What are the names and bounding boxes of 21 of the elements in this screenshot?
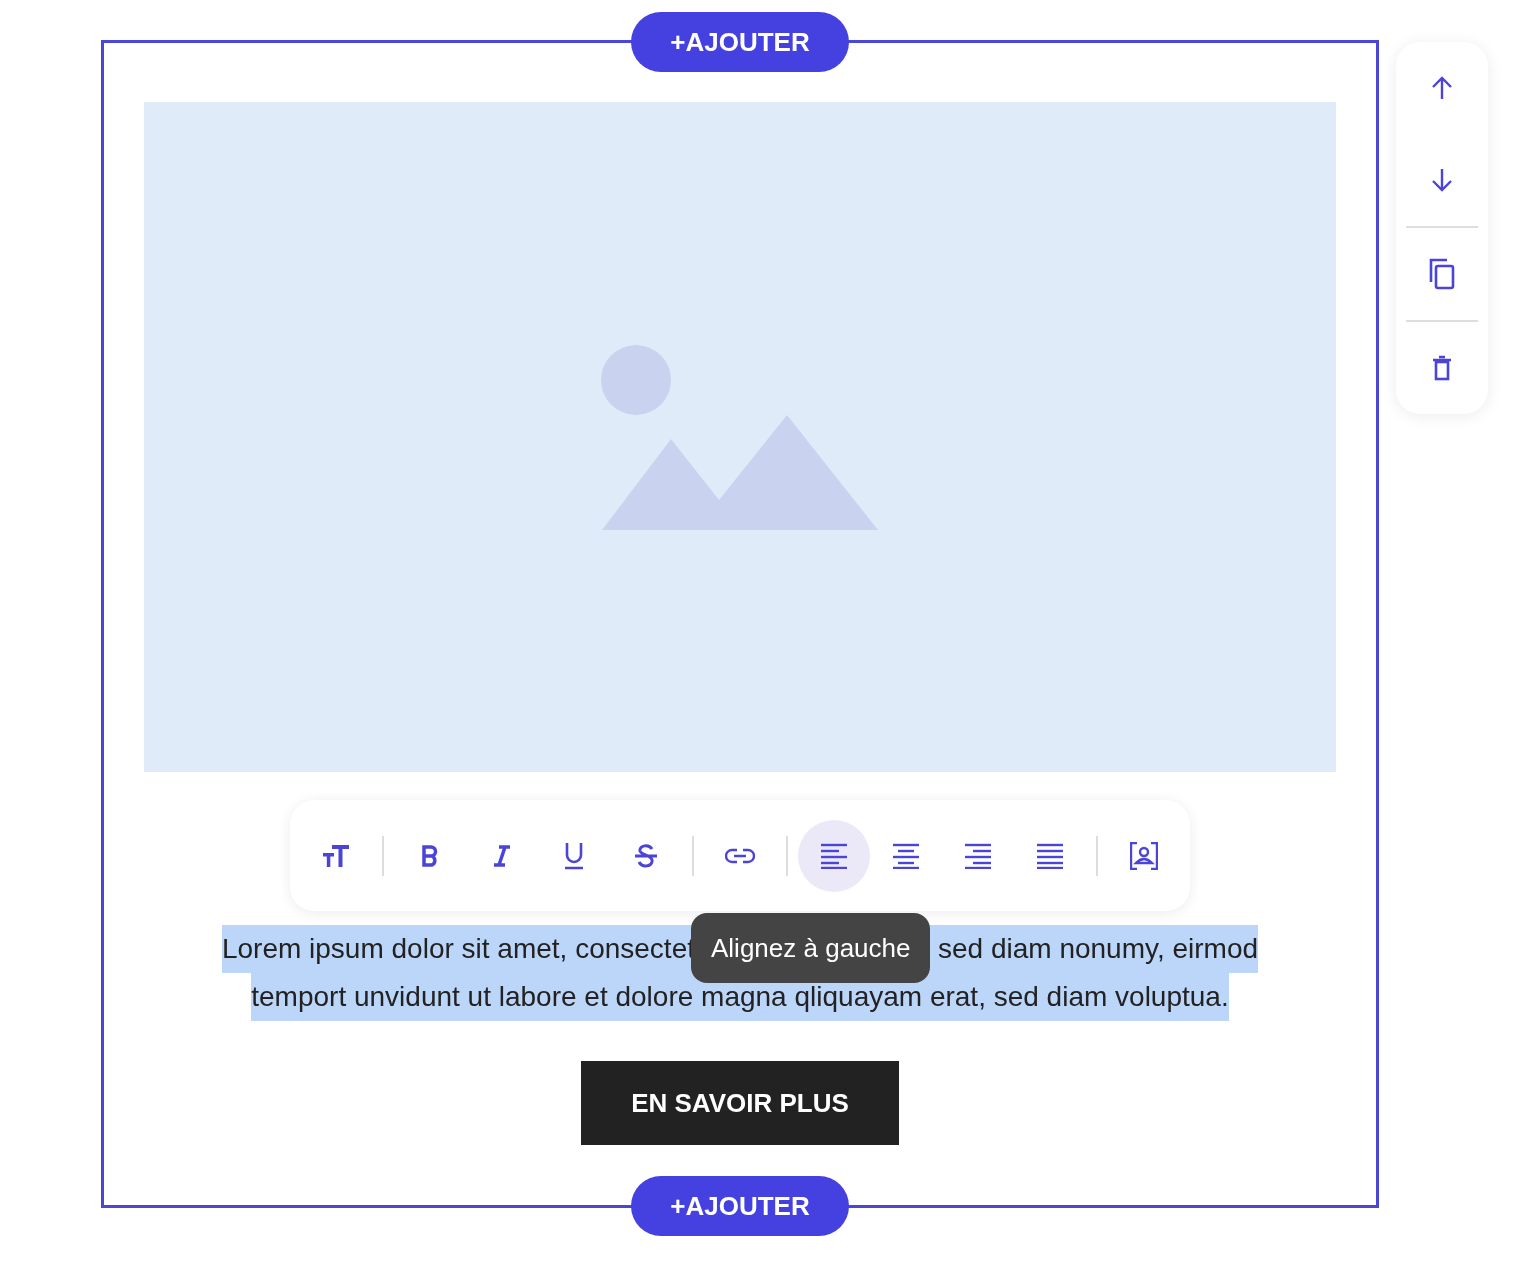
paragraph-text[interactable]: temport unvidunt ut labore et dolore magna qliquayam erat, sed diam voluptua. [251,973,1229,1021]
align-center-icon [893,842,919,869]
arrow-down-icon [1431,168,1453,192]
link-icon [725,847,755,864]
paragraph-text[interactable]: sed diam nonumy, eirmod [938,925,1259,973]
copy-icon [1429,258,1455,290]
align-left-icon [821,842,847,869]
add-button[interactable]: +AJOUTER [631,1176,849,1236]
bold-icon [422,844,438,867]
learn-more-button[interactable]: EN SAVOIR PLUS [581,1061,899,1145]
italic-icon [494,844,510,867]
tooltip: Alignez à gauche [691,913,931,983]
underline-icon [564,841,584,870]
align-right-icon [965,842,991,869]
trash-icon [1432,355,1452,381]
add-button[interactable]: +AJOUTER [631,12,849,72]
strikethrough-icon [634,843,658,868]
contact-card-icon [1130,841,1158,870]
arrow-up-icon [1431,76,1453,100]
justify-icon [1037,842,1063,869]
text-size-icon [323,844,349,867]
